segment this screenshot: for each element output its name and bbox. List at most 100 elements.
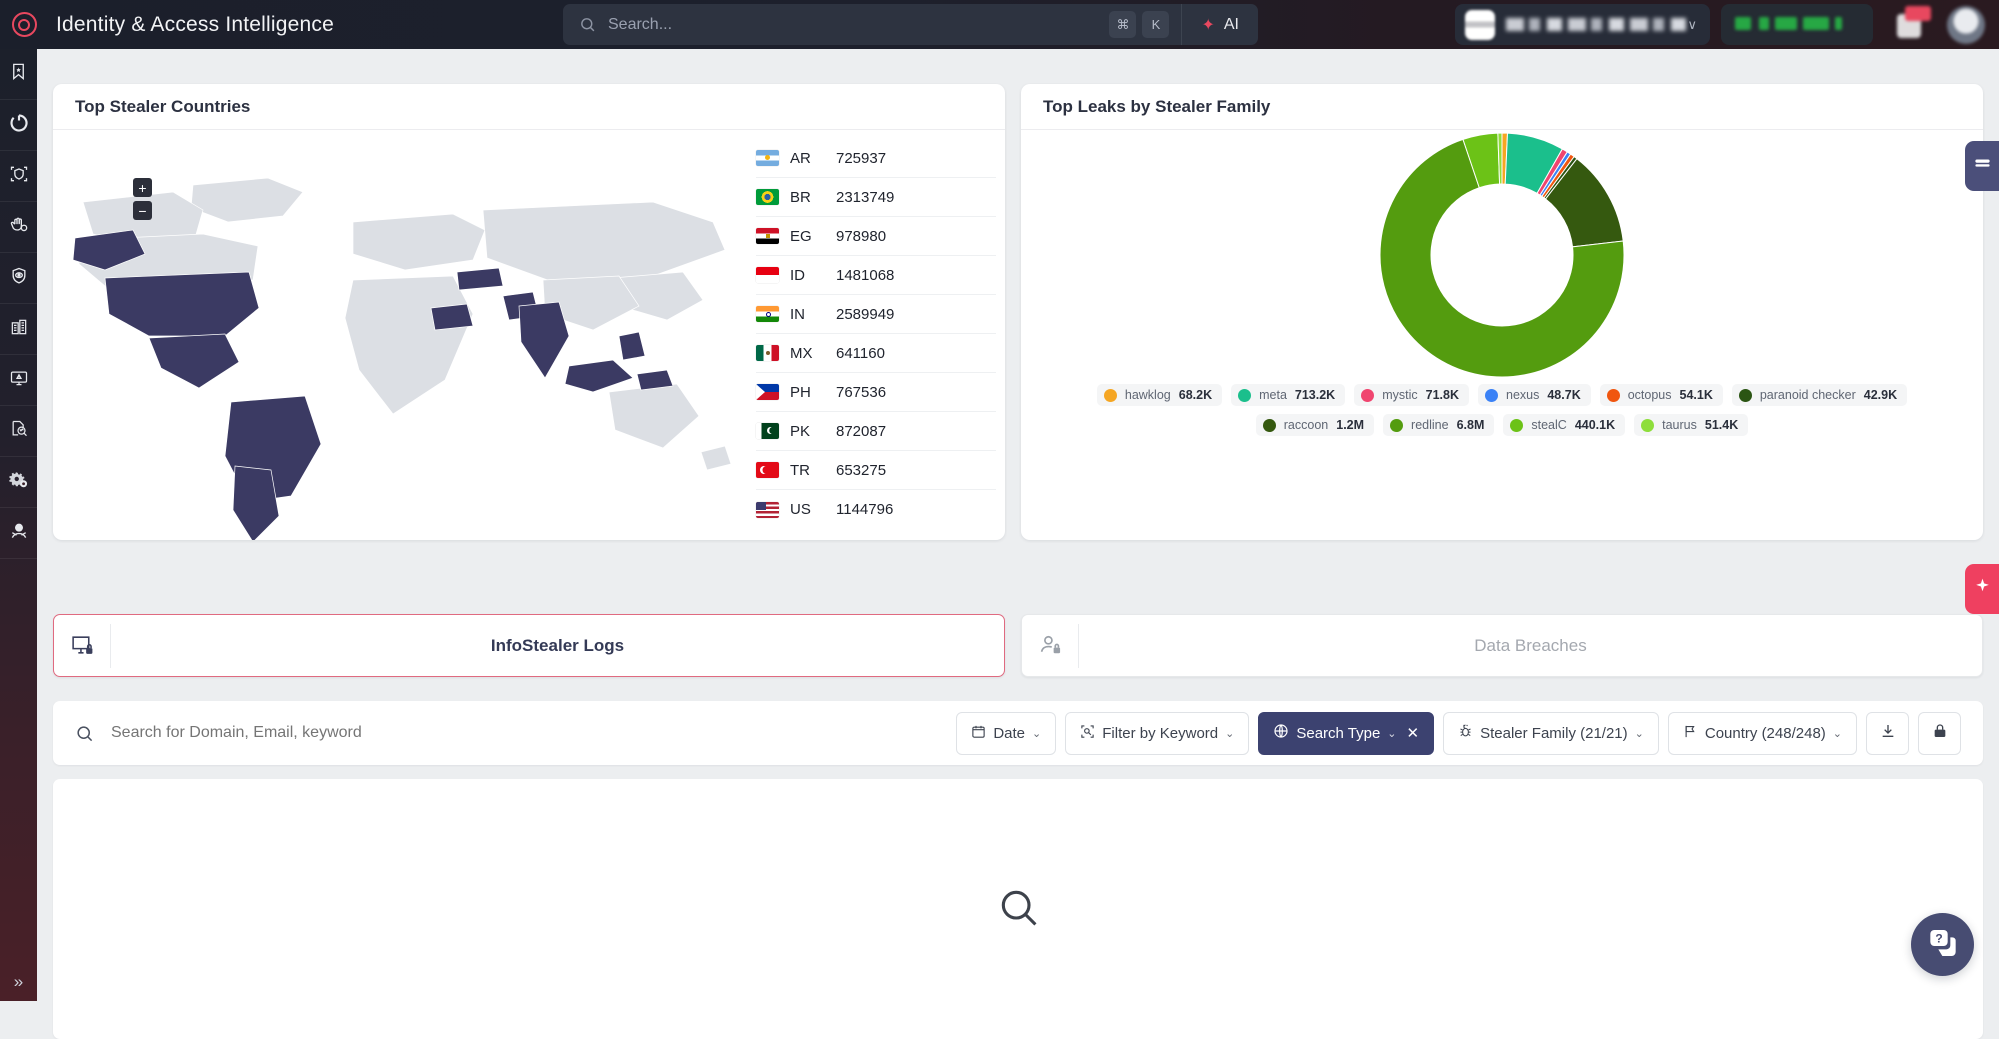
download-button[interactable] (1866, 711, 1909, 755)
flag-icon-ph (756, 384, 779, 400)
legend-item[interactable]: meta 713.2K (1231, 384, 1346, 406)
sidebar-item-threat-alerts[interactable] (0, 355, 37, 406)
legend-label: raccoon (1283, 418, 1329, 432)
country-code: MX (790, 344, 813, 362)
legend-item[interactable]: stealC 440.1K (1503, 414, 1626, 436)
notifications-bell-icon[interactable] (1893, 6, 1931, 44)
filter-date-button[interactable]: Date ⌄ (956, 711, 1057, 755)
legend-item[interactable]: taurus 51.4K (1634, 414, 1749, 436)
legend-value: 713.2K (1294, 388, 1336, 402)
country-row[interactable]: MX 641160 (756, 334, 996, 373)
legend-item[interactable]: redline 6.8M (1383, 414, 1495, 436)
country-row[interactable]: IN 2589949 (756, 295, 996, 334)
legend-item[interactable]: octopus 54.1K (1599, 384, 1723, 406)
sidebar-item-shield-scan[interactable] (0, 151, 37, 202)
monitor-lock-icon (54, 633, 110, 658)
legend-item[interactable]: mystic 71.8K (1354, 384, 1469, 406)
country-row[interactable]: ID 1481068 (756, 256, 996, 295)
filter-stealer-family-button[interactable]: Stealer Family (21/21) ⌄ (1443, 711, 1659, 755)
monitor-alert-icon (9, 368, 29, 393)
country-value: 725937 (836, 149, 887, 167)
card-header: Top Stealer Countries (53, 84, 1005, 130)
country-code: TR (790, 461, 810, 479)
country-code: IN (790, 305, 805, 323)
lock-icon (1932, 723, 1948, 743)
country-row[interactable]: AR 725937 (756, 139, 996, 178)
country-value: 767536 (836, 383, 887, 401)
sidebar-item-reports[interactable] (0, 406, 37, 457)
legend-item[interactable]: raccoon 1.2M (1255, 414, 1375, 436)
gears-icon (8, 470, 29, 495)
flag-icon-pk (756, 423, 779, 439)
help-chat-button[interactable]: ? (1911, 913, 1974, 976)
sidebar-collapse-toggle[interactable]: » (0, 967, 37, 997)
sidebar-item-monitoring[interactable] (0, 253, 37, 304)
country-value: 872087 (836, 422, 887, 440)
legend-item[interactable]: hawklog 68.2K (1096, 384, 1223, 406)
legend-item[interactable]: paranoid checker 42.9K (1731, 384, 1908, 406)
country-row[interactable]: BR 2313749 (756, 178, 996, 217)
sidebar-item-bookmarks[interactable] (0, 49, 37, 100)
legend-color-dot (1103, 388, 1117, 402)
sidebar-item-organization[interactable] (0, 304, 37, 355)
filter-label: Filter by Keyword (1102, 724, 1219, 742)
legend-color-dot (1262, 418, 1276, 432)
tab-data-breaches[interactable]: Data Breaches (1021, 614, 1983, 677)
sidebar-item-threat-actors[interactable] (0, 508, 37, 559)
sidebar-item-settings[interactable] (0, 457, 37, 508)
chevron-down-icon: ⌄ (1032, 727, 1042, 740)
country-row[interactable]: PH 767536 (756, 373, 996, 412)
results-panel (53, 779, 1983, 1039)
feedback-tab-button[interactable] (1965, 141, 1999, 191)
lock-button[interactable] (1918, 711, 1961, 755)
ai-assist-tab-button[interactable] (1965, 564, 1999, 614)
sparkle-icon (1973, 577, 1992, 601)
chevron-down-icon: ∨ (1687, 16, 1697, 32)
country-code: PK (790, 422, 811, 440)
search-input[interactable] (111, 724, 957, 742)
chart-legend: hawklog 68.2K meta 713.2K mystic 71.8K nexus 48… (1049, 384, 1955, 444)
ai-button[interactable]: ✦ AI (1182, 4, 1258, 45)
filter-search-type-button[interactable]: Search Type ⌄ ✕ (1258, 711, 1435, 755)
legend-label: redline (1411, 418, 1449, 432)
country-code: EG (790, 227, 812, 245)
country-row[interactable]: TR 653275 (756, 451, 996, 490)
chevron-down-icon: ⌄ (1634, 727, 1644, 740)
shortcut-modifier: ⌘ (1109, 11, 1137, 38)
sidebar-item-refresh[interactable] (0, 100, 37, 151)
legend-item[interactable]: nexus 48.7K (1478, 384, 1591, 406)
shield-scan-icon (9, 164, 29, 189)
country-row[interactable]: PK 872087 (756, 412, 996, 451)
main-content: Top Stealer Countries + − AR 725937 BR 2… (37, 49, 1999, 1039)
bookmark-star-icon (9, 62, 28, 86)
donut-chart-svg (1379, 132, 1625, 378)
sidebar-item-protection[interactable] (0, 202, 37, 253)
tab-infostealer-logs[interactable]: InfoStealer Logs (53, 614, 1005, 677)
user-avatar[interactable] (1947, 6, 1985, 44)
legend-label: octopus (1627, 388, 1672, 402)
map-zoom-in-button[interactable]: + (133, 178, 152, 197)
feedback-icon (1973, 154, 1992, 178)
legend-label: stealC (1531, 418, 1567, 432)
legend-color-dot (1361, 388, 1375, 402)
country-code: BR (790, 188, 811, 206)
status-chip-redacted[interactable] (1721, 4, 1873, 45)
flag-icon-id (756, 267, 779, 283)
account-menu[interactable]: ∨ (1455, 4, 1710, 45)
global-search[interactable]: Search... ⌘ K ✦ AI (563, 4, 1258, 45)
country-row[interactable]: EG 978980 (756, 217, 996, 256)
country-code: PH (790, 383, 811, 401)
close-icon[interactable]: ✕ (1407, 724, 1420, 742)
donut-chart[interactable] (1021, 130, 1983, 380)
filter-country-button[interactable]: Country (248/248) ⌄ (1667, 711, 1857, 755)
flag-icon-eg (756, 228, 779, 244)
legend-value: 440.1K (1574, 418, 1616, 432)
world-map[interactable]: + − (53, 130, 756, 540)
filter-keyword-button[interactable]: Filter by Keyword ⌄ (1065, 711, 1250, 755)
map-zoom-out-button[interactable]: − (133, 201, 152, 220)
brand-logo[interactable] (0, 0, 48, 49)
top-leaks-by-stealer-family-card: Top Leaks by Stealer Family hawklog 68.2K… (1021, 84, 1983, 540)
country-row[interactable]: US 1144796 (756, 490, 996, 529)
country-code: US (790, 501, 811, 518)
legend-label: hawklog (1124, 388, 1171, 402)
